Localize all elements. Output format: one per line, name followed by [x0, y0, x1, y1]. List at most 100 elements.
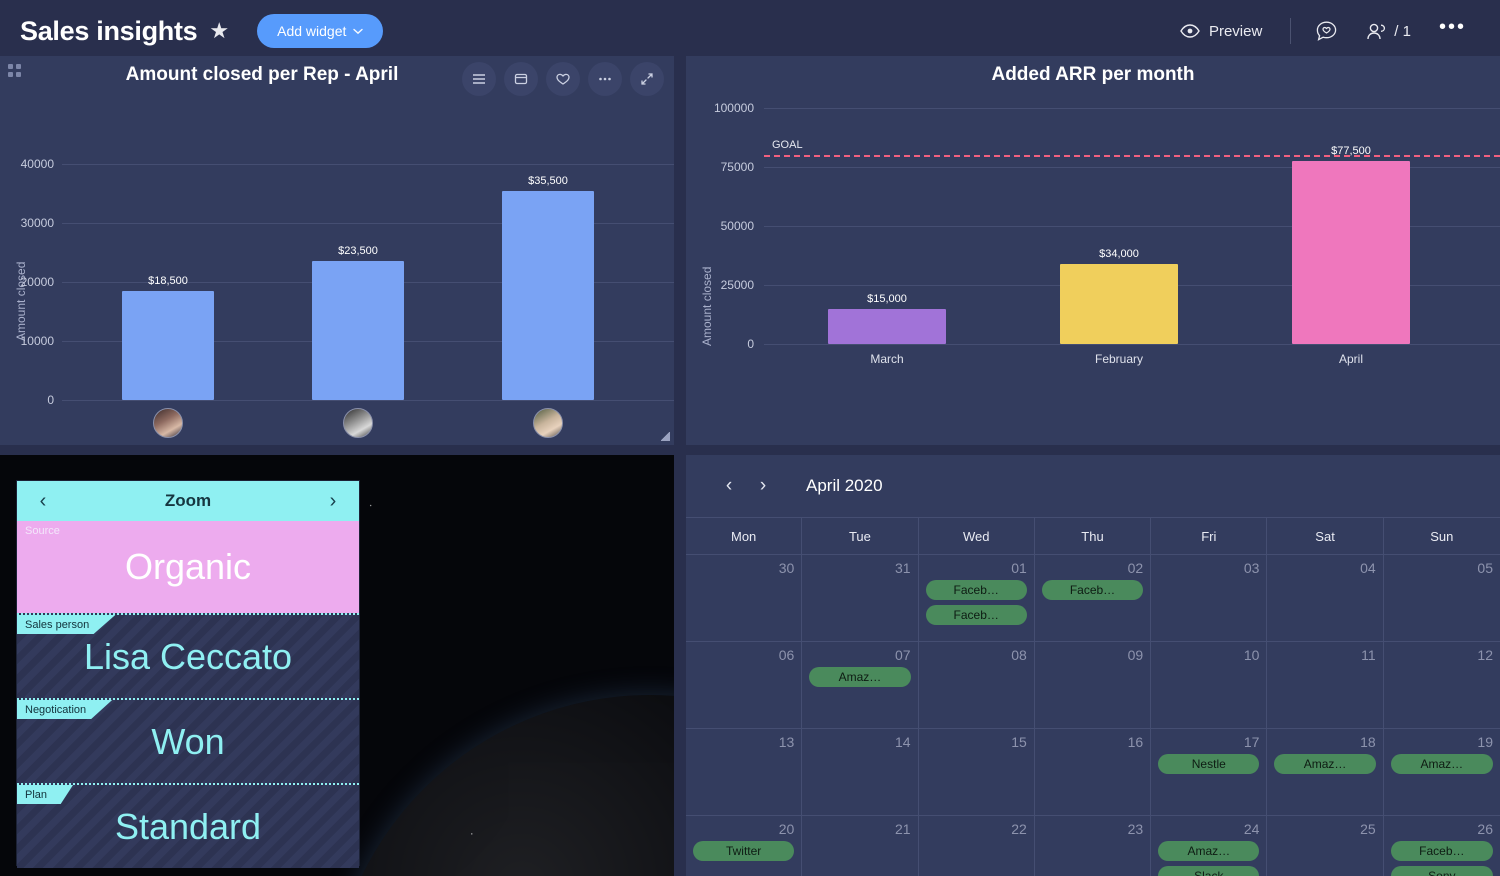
calendar-day-cell[interactable]: 06 — [686, 641, 802, 728]
weekday-header: Sun — [1384, 518, 1500, 554]
calendar-day-cell[interactable]: 01Faceb…Faceb… — [919, 554, 1035, 641]
bar[interactable] — [502, 191, 594, 400]
x-tick-label: February — [1049, 352, 1189, 366]
widget2-title: Added ARR per month — [686, 64, 1500, 86]
calendar-day-number: 15 — [926, 734, 1027, 750]
calendar-event[interactable]: Faceb… — [926, 580, 1027, 600]
calendar-day-cell[interactable]: 09 — [1035, 641, 1151, 728]
bar-value-label: $77,500 — [1292, 145, 1410, 157]
x-tick-label: March — [817, 352, 957, 366]
topbar-actions: Preview / 1 ••• — [1162, 18, 1480, 44]
calendar-day-number: 06 — [693, 647, 794, 663]
bar[interactable] — [1060, 264, 1178, 344]
calendar-event[interactable]: Amaz… — [809, 667, 910, 687]
heart-icon[interactable] — [546, 62, 580, 96]
gridline — [62, 164, 674, 165]
weekday-header: Wed — [919, 518, 1035, 554]
add-widget-label: Add widget — [277, 23, 346, 39]
calendar-event[interactable]: Faceb… — [1042, 580, 1143, 600]
calendar-day-cell[interactable]: 18 Amaz… — [1267, 728, 1383, 815]
gridline — [764, 344, 1500, 345]
calendar-day-cell[interactable]: 12 — [1384, 641, 1500, 728]
bar[interactable] — [1292, 161, 1410, 344]
calendar-day-cell[interactable]: 08 — [919, 641, 1035, 728]
widget1-y-axis-label: Amount closed — [14, 262, 28, 341]
top-bar: Sales insights ★ Add widget Preview — [0, 0, 1500, 62]
calendar-day-cell[interactable]: 22 — [919, 815, 1035, 876]
card-row-value: Standard — [115, 809, 261, 845]
calendar-day-number: 12 — [1391, 647, 1493, 663]
calendar-day-cell[interactable]: 07Amaz… — [802, 641, 918, 728]
calendar-day-cell[interactable]: 24Amaz…Slack — [1151, 815, 1267, 876]
preview-button[interactable]: Preview — [1162, 23, 1280, 40]
calendar-event[interactable]: Sony — [1391, 866, 1493, 876]
calendar-day-cell[interactable]: 03 — [1151, 554, 1267, 641]
calendar-day-cell[interactable]: 13 — [686, 728, 802, 815]
calendar-day-cell[interactable]: 20Twitter — [686, 815, 802, 876]
calendar-day-cell[interactable]: 04 — [1267, 554, 1383, 641]
y-tick: 25000 — [686, 278, 754, 292]
calendar-day-cell[interactable]: 11 — [1267, 641, 1383, 728]
calendar-day-cell[interactable]: 25 — [1267, 815, 1383, 876]
calendar-day-cell[interactable]: 31 — [802, 554, 918, 641]
duplicate-icon[interactable] — [504, 62, 538, 96]
more-icon[interactable] — [588, 62, 622, 96]
y-tick: 0 — [686, 337, 754, 351]
calendar-event[interactable]: Slack — [1158, 866, 1259, 876]
calendar-grid: 303101Faceb…Faceb…02Faceb…0304050607Amaz… — [686, 554, 1500, 876]
calendar-day-number: 09 — [1042, 647, 1143, 663]
calendar-event[interactable]: Amaz… — [1391, 754, 1493, 774]
card-row-salesperson: Sales person Lisa Ceccato — [17, 613, 359, 698]
calendar-day-number: 23 — [1042, 821, 1143, 837]
calendar-day-number: 10 — [1158, 647, 1259, 663]
card-prev-button[interactable]: ‹ — [31, 490, 55, 513]
expand-icon[interactable] — [630, 62, 664, 96]
calendar-event[interactable]: Amaz… — [1274, 754, 1375, 774]
calendar-day-cell[interactable]: 26Faceb…Sony — [1384, 815, 1500, 876]
calendar-day-cell[interactable]: 10 — [1151, 641, 1267, 728]
calendar-day-cell[interactable]: 16 — [1035, 728, 1151, 815]
widget2-chart: Amount closed 100000 75000 50000 25000 0… — [686, 56, 1500, 445]
widget1-toolbar — [462, 62, 664, 96]
calendar-next-button[interactable]: › — [750, 475, 776, 497]
calendar-day-number: 22 — [926, 821, 1027, 837]
calendar-day-cell[interactable]: 21 — [802, 815, 918, 876]
add-widget-button[interactable]: Add widget — [257, 14, 383, 48]
y-tick: 40000 — [0, 157, 54, 171]
favorite-star-icon[interactable]: ★ — [209, 20, 229, 42]
calendar-day-number: 18 — [1274, 734, 1375, 750]
calendar-event[interactable]: Faceb… — [1391, 841, 1493, 861]
bar[interactable] — [312, 261, 404, 400]
bar[interactable] — [122, 291, 214, 400]
calendar-day-cell[interactable]: 30 — [686, 554, 802, 641]
gridline — [62, 400, 674, 401]
calendar-day-cell[interactable]: 17Nestle — [1151, 728, 1267, 815]
calendar-day-number: 14 — [809, 734, 910, 750]
card-row-value: Lisa Ceccato — [84, 639, 292, 675]
calendar-day-cell[interactable]: 14 — [802, 728, 918, 815]
calendar-day-cell[interactable]: 02Faceb… — [1035, 554, 1151, 641]
card-next-button[interactable]: › — [321, 490, 345, 513]
bar[interactable] — [828, 309, 946, 344]
calendar-event[interactable]: Faceb… — [926, 605, 1027, 625]
resize-handle[interactable] — [661, 432, 670, 441]
widget-globe-card: ‹ Zoom › Source Organic Sales person Lis… — [0, 455, 674, 876]
calendar-day-cell[interactable]: 23 — [1035, 815, 1151, 876]
calendar-event[interactable]: Twitter — [693, 841, 794, 861]
avatar — [533, 408, 563, 438]
comment-button[interactable] — [1301, 20, 1352, 43]
calendar-day-cell[interactable]: 05 — [1384, 554, 1500, 641]
weekday-header: Thu — [1035, 518, 1151, 554]
calendar-day-cell[interactable]: 15 — [919, 728, 1035, 815]
more-options-button[interactable]: ••• — [1425, 22, 1480, 40]
dashboard-root: Sales insights ★ Add widget Preview — [0, 0, 1500, 876]
calendar-day-cell[interactable]: 19Amaz… — [1384, 728, 1500, 815]
widget-added-arr-per-month: Added ARR per month Amount closed 100000… — [686, 56, 1500, 445]
calendar-event[interactable]: Nestle — [1158, 754, 1259, 774]
settings-icon[interactable] — [462, 62, 496, 96]
card-row-value: Won — [151, 724, 224, 760]
goal-label: GOAL — [772, 139, 803, 151]
calendar-event[interactable]: Amaz… — [1158, 841, 1259, 861]
members-button[interactable]: / 1 — [1352, 22, 1425, 41]
calendar-prev-button[interactable]: ‹ — [716, 475, 742, 497]
